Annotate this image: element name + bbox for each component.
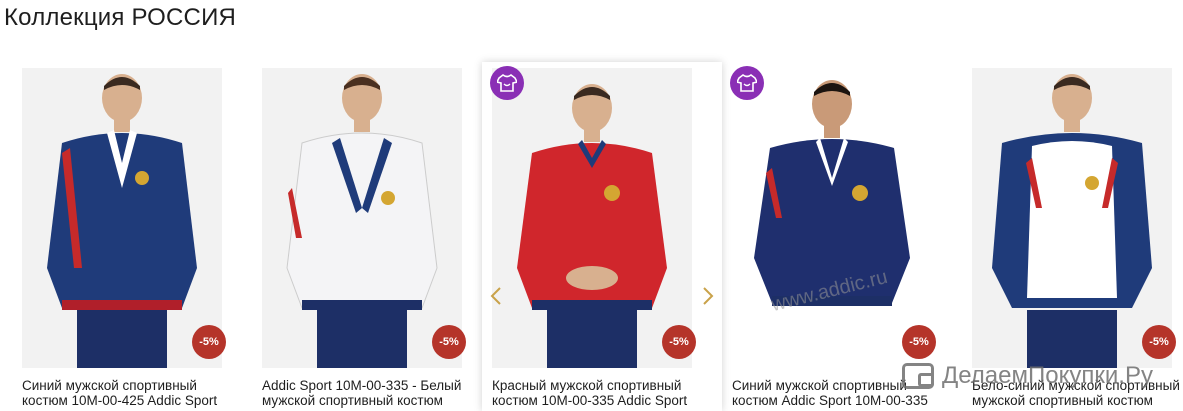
product-image[interactable] — [22, 68, 222, 368]
chevron-left-icon[interactable] — [488, 284, 504, 308]
discount-badge: -5% — [192, 325, 226, 359]
product-card[interactable]: -5% Синий мужской спортивный костюм 10M-… — [12, 62, 252, 411]
site-watermark-text: ДелаемПокупки.Ру — [942, 362, 1153, 389]
shirt-badge-icon — [490, 66, 524, 100]
product-name[interactable]: Addic Sport 10M-00-335 - Белый мужской с… — [262, 378, 484, 408]
discount-badge: -5% — [662, 325, 696, 359]
chevron-right-icon[interactable] — [700, 284, 716, 308]
product-image[interactable] — [262, 68, 462, 368]
product-card[interactable]: -5% Addic Sport 10M-00-335 - Белый мужск… — [252, 62, 492, 411]
product-card[interactable]: -5% Красный мужской спортивный костюм 10… — [482, 62, 722, 411]
discount-badge: -5% — [1142, 325, 1176, 359]
product-name[interactable]: Синий мужской спортивный костюм 10M-00-4… — [22, 378, 244, 408]
page-title: Коллекция РОССИЯ — [4, 4, 237, 31]
product-image[interactable] — [492, 68, 692, 368]
product-name[interactable]: Красный мужской спортивный костюм 10M-00… — [492, 378, 714, 408]
wallet-icon — [902, 363, 934, 389]
product-card[interactable]: -5% Синий мужской спортивный костюм Addi… — [722, 62, 962, 411]
discount-badge: -5% — [902, 325, 936, 359]
product-image[interactable] — [972, 68, 1172, 368]
product-image[interactable] — [732, 68, 932, 368]
discount-badge: -5% — [432, 325, 466, 359]
product-card[interactable]: -5% Бело-синий мужской спортивный мужско… — [962, 62, 1183, 411]
shirt-badge-icon — [730, 66, 764, 100]
site-watermark: ДелаемПокупки.Ру — [902, 362, 1153, 390]
